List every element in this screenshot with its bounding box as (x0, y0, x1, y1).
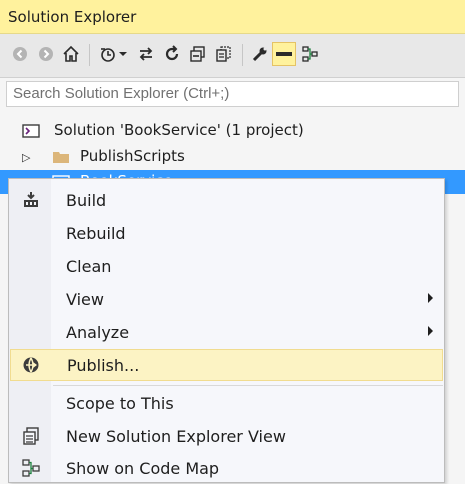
solution-label: Solution 'BookService' (1 project) (54, 121, 304, 139)
menu-label-code-map: Show on Code Map (66, 459, 220, 478)
menu-item-scope-to-this[interactable]: Scope to This (10, 387, 443, 419)
menu-item-view[interactable]: View (10, 283, 443, 315)
back-icon[interactable] (8, 42, 32, 66)
submenu-arrow-icon (428, 293, 433, 303)
window-title: Solution Explorer (8, 8, 137, 26)
menu-item-show-on-code-map[interactable]: Show on Code Map (10, 452, 443, 484)
context-menu: Build Rebuild Clean View Analyze Publish… (8, 178, 445, 483)
folder-label: PublishScripts (80, 147, 185, 165)
tree-item-solution[interactable]: Solution 'BookService' (1 project) (0, 119, 465, 143)
title-bar: Solution Explorer (0, 0, 465, 34)
toolbar-separator (89, 44, 90, 66)
home-icon[interactable] (59, 42, 83, 66)
tree-item-publishscripts[interactable]: ▷ PublishScripts (0, 145, 465, 169)
search-input[interactable]: Search Solution Explorer (Ctrl+;) (6, 81, 459, 107)
forward-icon[interactable] (34, 42, 58, 66)
menu-item-rebuild[interactable]: Rebuild (10, 217, 443, 249)
menu-item-new-solution-explorer-view[interactable]: New Solution Explorer View (10, 420, 443, 452)
toolbar (0, 34, 465, 78)
show-all-files-icon[interactable] (212, 42, 236, 66)
menu-label-new-view: New Solution Explorer View (66, 427, 286, 446)
code-map-icon (21, 458, 41, 478)
solution-icon (22, 123, 40, 139)
search-placeholder: Search Solution Explorer (Ctrl+;) (13, 85, 230, 102)
folder-icon (52, 149, 70, 165)
menu-label-analyze: Analyze (66, 323, 130, 342)
menu-separator (53, 385, 443, 386)
expand-arrow-icon[interactable]: ▷ (22, 151, 30, 164)
submenu-arrow-icon (428, 326, 433, 336)
menu-label-rebuild: Rebuild (66, 224, 126, 243)
refresh-icon[interactable] (160, 42, 184, 66)
menu-item-clean[interactable]: Clean (10, 250, 443, 282)
properties-wrench-icon[interactable] (248, 42, 272, 66)
code-map-icon[interactable] (298, 42, 322, 66)
menu-label-build: Build (66, 191, 107, 210)
dropdown-arrow-icon[interactable] (116, 42, 130, 66)
menu-item-build[interactable]: Build (10, 184, 443, 216)
build-icon (21, 190, 41, 210)
menu-item-publish[interactable]: Publish... (10, 349, 443, 381)
toolbar-separator (242, 44, 243, 66)
sync-with-active-document-icon[interactable] (134, 42, 158, 66)
menu-label-publish: Publish... (67, 356, 140, 375)
menu-label-view: View (66, 290, 104, 309)
collapse-all-icon[interactable] (186, 42, 210, 66)
menu-label-scope: Scope to This (66, 394, 174, 413)
menu-label-clean: Clean (66, 257, 112, 276)
new-view-icon (21, 426, 41, 446)
preview-selected-items-icon[interactable] (272, 42, 296, 66)
menu-item-analyze[interactable]: Analyze (10, 316, 443, 348)
publish-globe-icon (21, 355, 41, 375)
